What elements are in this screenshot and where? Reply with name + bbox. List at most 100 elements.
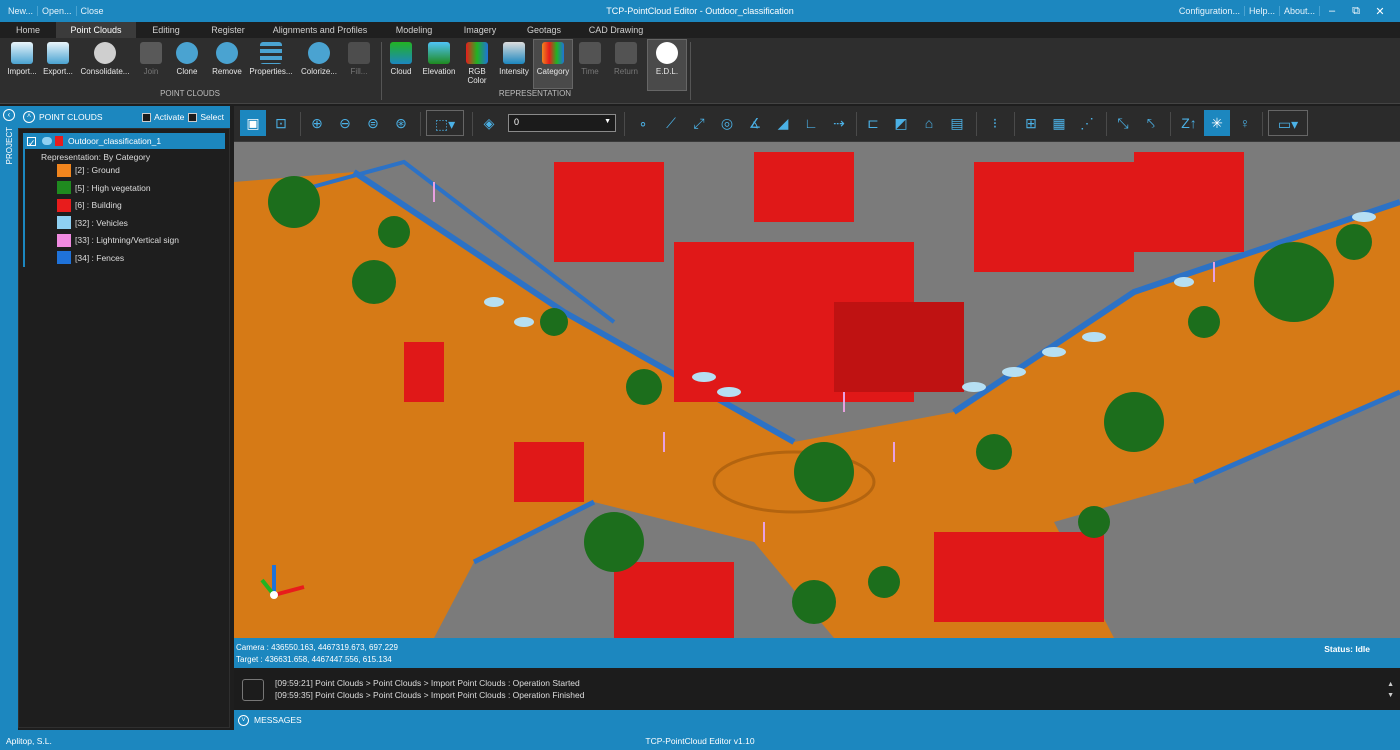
tab-point-clouds[interactable]: Point Clouds [56,22,136,38]
select-checkbox[interactable] [188,112,198,122]
clone-button[interactable]: Clone [170,40,204,88]
point-cloud-viewport[interactable] [234,142,1400,638]
collapse-up-icon[interactable]: ˄ [23,111,35,123]
area-measure-icon[interactable]: ◢ [770,110,796,136]
fill-button[interactable]: Fill... [342,40,376,88]
consolidate-button[interactable]: Consolidate... [76,40,134,88]
project-tab[interactable]: PROJECT [5,127,14,164]
minimize-icon[interactable]: – [1320,5,1344,17]
point-list-icon[interactable]: ⁝ [982,110,1008,136]
tab-register[interactable]: Register [196,22,260,38]
close-window-icon[interactable]: ✕ [1368,5,1392,18]
colorize-button[interactable]: Colorize... [298,40,340,88]
grid-points-icon[interactable]: ⊞ [1018,110,1044,136]
ribbon-tabs: Home Point Clouds Editing Register Align… [0,22,1400,38]
camera-coordinates: Camera : 436550.163, 4467319.673, 697.22… [236,643,398,652]
display-dropdown[interactable]: ▭▾ [1268,110,1308,136]
section-front-icon[interactable]: ⊏ [860,110,886,136]
restore-icon[interactable]: ⧉ [1344,5,1368,18]
polyline-measure-icon[interactable]: ⤢ [686,110,712,136]
colorize-label: Colorize... [300,67,337,76]
circle-measure-icon[interactable]: ◎ [714,110,740,136]
configuration-button[interactable]: Configuration... [1175,6,1245,16]
return-rep-button[interactable]: Return [608,40,644,88]
zoom-all-icon[interactable]: ⊛ [388,110,414,136]
snap-segment-icon[interactable]: ⤣ [1138,110,1164,136]
zoom-in-icon[interactable]: ⊕ [304,110,330,136]
tab-alignments-profiles[interactable]: Alignments and Profiles [260,22,380,38]
new-button[interactable]: New... [4,6,39,16]
properties-button[interactable]: Properties... [246,40,296,88]
intensity-rep-button[interactable]: Intensity [494,40,534,88]
level-select[interactable]: 0 ▼ [508,114,616,132]
grid-sparse-icon[interactable]: ⋰ [1074,110,1100,136]
about-button[interactable]: About... [1280,6,1320,16]
close-file-button[interactable]: Close [77,6,108,16]
zoom-window-icon[interactable]: ⊜ [360,110,386,136]
cloud-export-icon [47,42,69,64]
section-box-icon[interactable]: ▤ [944,110,970,136]
target-coordinates: Target : 436631.658, 4467447.556, 615.13… [236,655,392,664]
tab-home[interactable]: Home [0,22,56,38]
edl-icon [656,42,678,64]
snap-line-icon[interactable]: ⤡ [1110,110,1136,136]
category-item[interactable]: [2] : Ground [57,163,120,177]
category-item[interactable]: [33] : Lightning/Vertical sign [57,233,179,247]
representation-group-label: REPRESENTATION [498,89,572,98]
category-item[interactable]: [34] : Fences [57,251,124,265]
message-scroll-arrows[interactable]: ▲ ▼ [1387,679,1394,701]
category-rep-button[interactable]: Category [533,39,573,89]
help-button[interactable]: Help... [1245,6,1280,16]
zoom-extents-icon[interactable]: ⊡ [268,110,294,136]
remove-button[interactable]: Remove [208,40,246,88]
return-icon [615,42,637,64]
tab-editing[interactable]: Editing [136,22,196,38]
fill-label: Fill... [350,67,368,76]
point-icon[interactable]: ∘ [630,110,656,136]
category-item[interactable]: [5] : High vegetation [57,181,151,195]
root-checkbox[interactable]: ✓ [27,136,36,148]
section-top-icon[interactable]: ⌂ [916,110,942,136]
open-button[interactable]: Open... [38,6,77,16]
ribbon: Import... Export... Consolidate... Join … [0,38,1400,104]
view-frame-icon[interactable]: ▣ [240,110,266,136]
export-button[interactable]: Export... [40,40,76,88]
category-swatch [57,181,71,194]
collapse-left-icon[interactable]: ‹ [3,109,15,121]
line-measure-icon[interactable]: ⟋ [658,110,684,136]
cloud-label: Cloud [390,67,412,76]
join-button[interactable]: Join [134,40,168,88]
rgb-rep-button[interactable]: RGB Color [460,40,494,90]
layers-icon[interactable]: ◈ [476,110,502,136]
point-cloud-render [234,142,1400,638]
time-label: Time [581,67,599,76]
axes-toggle-icon[interactable]: ✳ [1204,110,1230,136]
angle-measure-icon[interactable]: ∡ [742,110,768,136]
tab-cad-drawing[interactable]: CAD Drawing [576,22,656,38]
point-clouds-panel-header: ˄ POINT CLOUDS Activate Select [18,106,230,128]
tree-root-item[interactable]: ✓ Outdoor_classification_1 [23,133,225,149]
activate-checkbox[interactable] [142,112,152,122]
time-rep-button[interactable]: Time [574,40,606,88]
category-item[interactable]: [32] : Vehicles [57,216,128,230]
message-list-icon[interactable] [242,679,264,701]
tab-geotags[interactable]: Geotags [512,22,576,38]
cloud-rep-button[interactable]: Cloud [384,40,418,88]
tab-modeling[interactable]: Modeling [380,22,448,38]
zoom-out-icon[interactable]: ⊖ [332,110,358,136]
view-cube-dropdown[interactable]: ⬚▾ [426,110,464,136]
grid-dense-icon[interactable]: ▦ [1046,110,1072,136]
light-bulb-icon[interactable]: ♀ [1232,110,1258,136]
import-button[interactable]: Import... [4,40,40,88]
tab-imagery[interactable]: Imagery [448,22,512,38]
expand-down-icon[interactable]: ˅ [238,714,249,726]
elevation-rep-button[interactable]: Elevation [418,40,460,88]
z-axis-icon[interactable]: Z↑ [1176,110,1202,136]
edl-button[interactable]: E.D.L. [647,39,687,91]
section-side-icon[interactable]: ◩ [888,110,914,136]
time-icon [579,42,601,64]
height-measure-icon[interactable]: ∟ [798,110,824,136]
distance-icon[interactable]: ⇢ [826,110,852,136]
level-select-value: 0 [514,117,520,127]
category-item[interactable]: [6] : Building [57,198,122,212]
